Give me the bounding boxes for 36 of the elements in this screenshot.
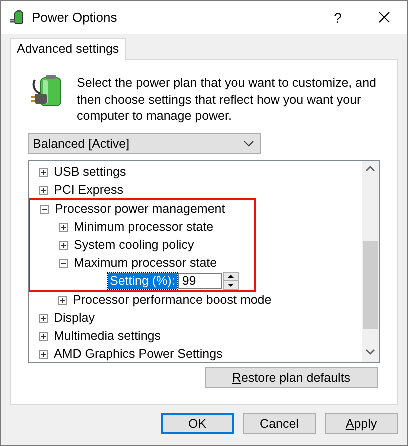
tree-item[interactable]: Minimum processor state (74, 220, 214, 234)
setting-label[interactable]: Setting (%): (108, 273, 178, 289)
close-icon (378, 12, 390, 23)
dialog-button[interactable]: OK (161, 413, 234, 434)
setting-input[interactable]: 99 (178, 273, 222, 289)
expand-icon[interactable] (59, 222, 68, 232)
expand-icon[interactable] (39, 168, 48, 176)
battery-plug-icon (10, 10, 26, 26)
tree-item[interactable]: PCI Express (54, 183, 124, 197)
chevron-down-icon (244, 140, 254, 146)
help-button[interactable]: ? (315, 1, 361, 34)
tree-item[interactable]: AMD Graphics Power Settings (54, 347, 223, 361)
tree-item[interactable]: Display (54, 311, 95, 325)
expand-icon[interactable] (39, 350, 48, 358)
expand-icon[interactable] (39, 314, 48, 322)
spinner-icon[interactable] (223, 272, 240, 290)
tree-item[interactable]: USB settings (54, 165, 126, 179)
window-title: Power Options (32, 10, 118, 25)
expand-icon[interactable] (39, 332, 48, 340)
collapse-icon[interactable] (59, 258, 68, 268)
tree-item[interactable]: Multimedia settings (54, 329, 161, 343)
expand-icon[interactable] (58, 296, 67, 304)
collapse-icon[interactable] (40, 204, 49, 214)
restore-defaults-button[interactable]: Restore plan defaults (205, 367, 378, 388)
dialog-button[interactable]: Apply (325, 413, 398, 434)
scrollbar[interactable] (362, 161, 379, 362)
expand-icon[interactable] (39, 186, 48, 194)
dialog-button[interactable]: Cancel (243, 413, 316, 434)
description-text: Select the power plan that you want to customize, and then choose settings that reflect how you want your computer to manage power. (77, 75, 378, 125)
tab[interactable]: Advanced settings (10, 38, 126, 60)
tree-item[interactable]: Processor performance boost mode (73, 293, 272, 307)
tree-item[interactable]: Processor power management (55, 202, 226, 216)
expand-icon[interactable] (59, 240, 68, 250)
plan-dropdown[interactable]: Balanced [Active] (28, 133, 261, 154)
tree-item[interactable]: System cooling policy (74, 238, 194, 252)
tree-item[interactable]: Maximum processor state (74, 256, 218, 270)
